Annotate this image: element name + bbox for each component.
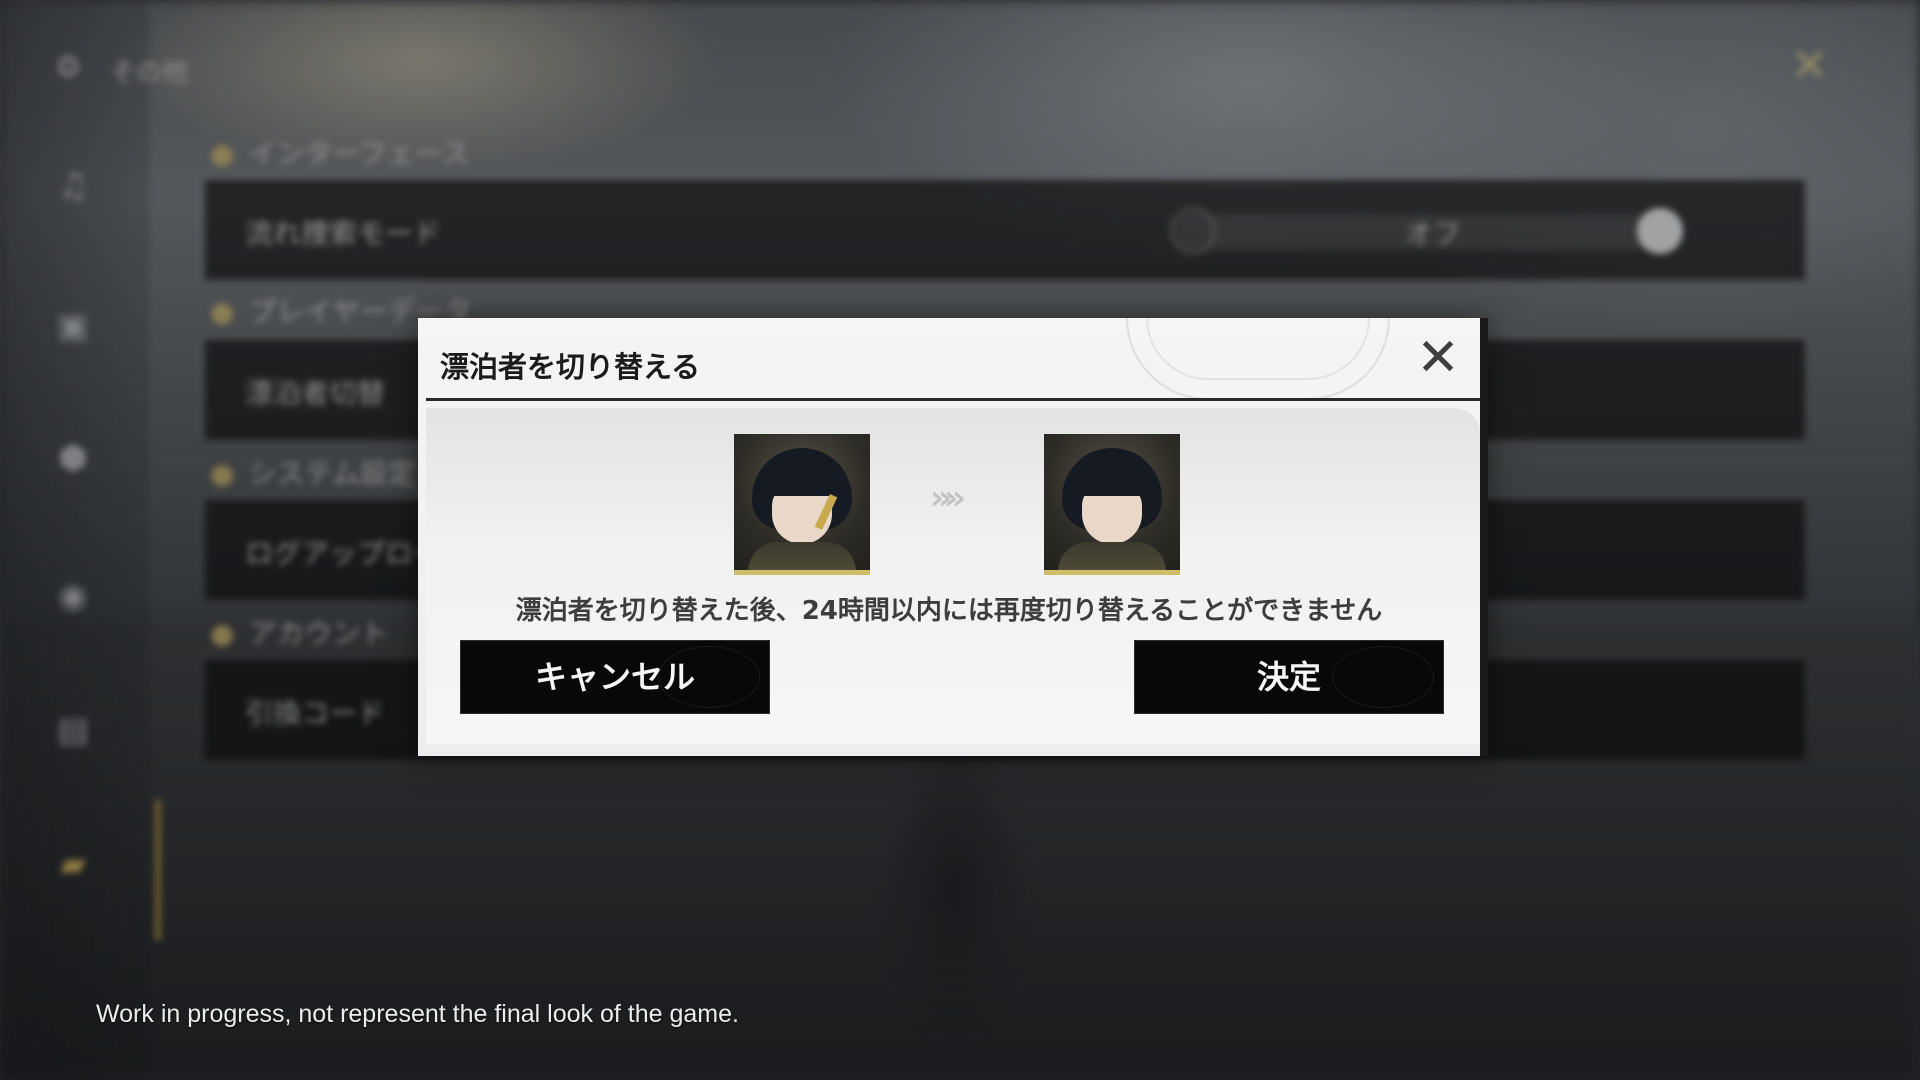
title-divider	[426, 398, 1480, 401]
dialog-decoration	[1146, 318, 1370, 380]
confirm-button[interactable]: 決定	[1134, 640, 1444, 714]
confirm-button-label: 決定	[1256, 658, 1321, 696]
dialog-message: 漂泊者を切り替えた後、24時間以内には再度切り替えることができません	[515, 596, 1383, 626]
wip-disclaimer: Work in progress, not represent the fina…	[96, 1000, 739, 1028]
male-rover-portrait	[1044, 434, 1180, 575]
female-rover-portrait	[734, 434, 870, 575]
cancel-button[interactable]: キャンセル	[460, 640, 770, 714]
close-icon[interactable]: ✕	[1406, 328, 1470, 388]
arrow-right-icon: »»	[930, 478, 966, 518]
switch-rover-dialog: 漂泊者を切り替える ✕ »» 漂泊者を切り替えた後、24時間以内には再度切り替え…	[418, 318, 1488, 756]
dialog-title: 漂泊者を切り替える	[440, 350, 701, 384]
